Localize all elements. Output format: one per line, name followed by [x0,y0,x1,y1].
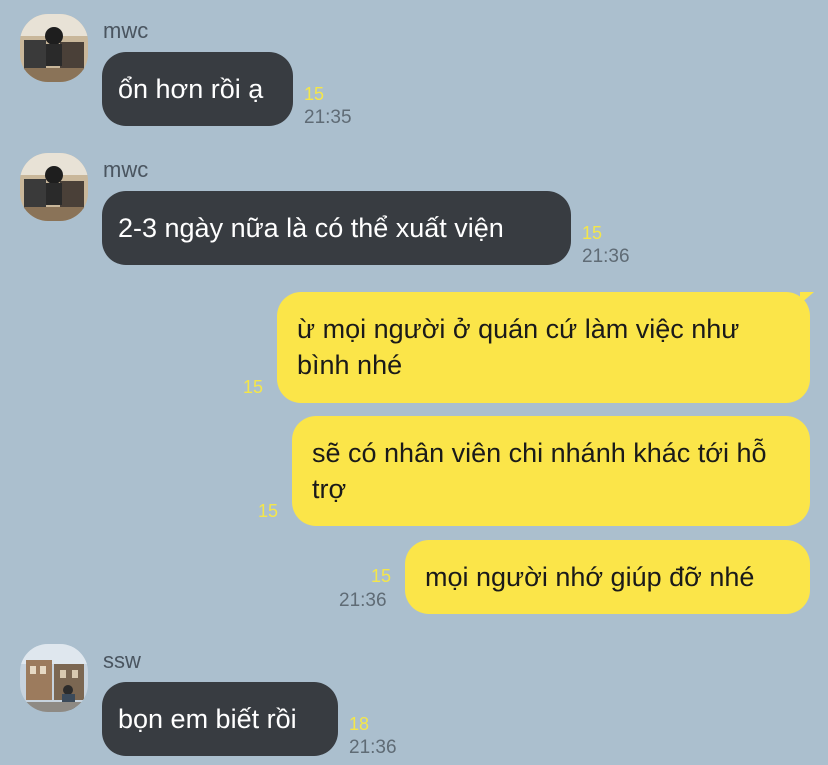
message-text: ừ mọi người ở quán cứ làm việc như bình … [297,314,740,380]
bubble-tail [800,292,814,304]
unread-count: 15 [371,566,392,586]
message-text: bọn em biết rồi [118,704,297,734]
sender-name: ssw [103,648,141,673]
message-bubble[interactable]: bọn em biết rồi [102,682,338,756]
unread-count: 15 [304,84,325,104]
unread-count: 15 [243,377,264,397]
message-text: ổn hơn rồi ạ [118,74,264,104]
avatar-photo-icon [20,14,88,82]
message-bubble[interactable]: ừ mọi người ở quán cứ làm việc như bình … [277,292,810,403]
message-bubble[interactable]: sẽ có nhân viên chi nhánh khác tới hỗ tr… [292,416,810,526]
message-time: 21:35 [304,107,352,128]
unread-count: 15 [582,223,603,243]
message-text: 2-3 ngày nữa là có thể xuất viện [118,213,504,243]
message-bubble[interactable]: mọi người nhớ giúp đỡ nhé [405,540,810,614]
sender-name: mwc [103,18,149,43]
unread-count: 18 [349,714,370,734]
message-bubble[interactable]: ổn hơn rồi ạ [102,52,293,126]
avatar-photo-icon [20,153,88,221]
avatar-photo-icon [20,644,88,712]
message-bubble[interactable]: 2-3 ngày nữa là có thể xuất viện [102,191,571,265]
avatar-mwc[interactable] [20,153,88,221]
message-time: 21:36 [582,246,630,267]
message-time: 21:36 [349,737,397,758]
sender-name: mwc [103,157,149,182]
avatar-ssw[interactable] [20,644,88,712]
avatar-mwc[interactable] [20,14,88,82]
message-time: 21:36 [339,590,387,611]
message-text: sẽ có nhân viên chi nhánh khác tới hỗ tr… [312,438,767,504]
unread-count: 15 [258,501,279,521]
message-text: mọi người nhớ giúp đỡ nhé [425,562,755,592]
